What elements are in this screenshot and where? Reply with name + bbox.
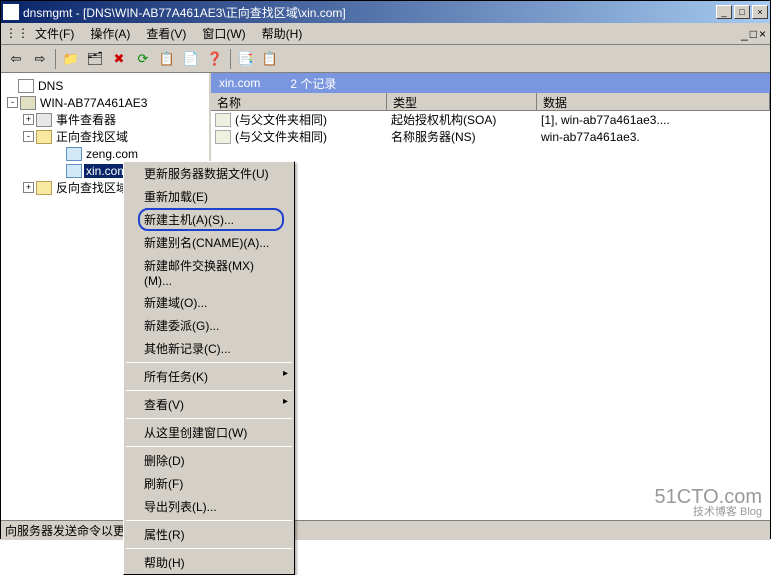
tree-root-dns[interactable]: DNS — [1, 77, 209, 94]
minimize-button[interactable]: _ — [716, 5, 732, 19]
ctx-delete[interactable]: 删除(D) — [124, 449, 294, 472]
refresh-button[interactable]: ⟳ — [132, 48, 154, 70]
menu-separator — [126, 446, 292, 447]
mdi-restore-button[interactable]: □ — [750, 27, 757, 41]
tree-forward-zones[interactable]: - 正向查找区域 — [1, 128, 209, 145]
toolbar-separator — [55, 49, 56, 69]
properties-button[interactable]: 📄 — [180, 48, 202, 70]
menu-view[interactable]: 查看(V) — [138, 23, 194, 44]
ctx-new-host[interactable]: 新建主机(A)(S)... — [124, 208, 294, 231]
col-data[interactable]: 数据 — [537, 93, 770, 110]
dns-icon — [18, 79, 34, 93]
ctx-reload[interactable]: 重新加载(E) — [124, 185, 294, 208]
show-hide-tree-button[interactable]: 🗂 — [84, 48, 106, 70]
ctx-update-datafile[interactable]: 更新服务器数据文件(U) — [124, 162, 294, 185]
menu-separator — [126, 418, 292, 419]
list-header: 名称 类型 数据 — [211, 93, 770, 111]
menu-help[interactable]: 帮助(H) — [254, 23, 311, 44]
ctx-new-delegation[interactable]: 新建委派(G)... — [124, 314, 294, 337]
menu-action[interactable]: 操作(A) — [82, 23, 138, 44]
menubar: ⋮⋮ 文件(F) 操作(A) 查看(V) 窗口(W) 帮助(H) _ □ × — [1, 23, 770, 45]
close-button[interactable]: × — [752, 5, 768, 19]
ctx-export[interactable]: 导出列表(L)... — [124, 495, 294, 518]
filter-button[interactable]: 📑 — [235, 48, 257, 70]
export-button[interactable]: 📋 — [156, 48, 178, 70]
context-menu: 更新服务器数据文件(U) 重新加载(E) 新建主机(A)(S)... 新建别名(… — [123, 161, 295, 575]
menu-file[interactable]: 文件(F) — [27, 23, 82, 44]
app-icon — [3, 4, 19, 20]
folder-icon — [36, 130, 52, 144]
ctx-view[interactable]: 查看(V) — [124, 393, 294, 416]
zone-icon — [66, 164, 82, 178]
ctx-other-records[interactable]: 其他新记录(C)... — [124, 337, 294, 360]
zone-icon — [66, 147, 82, 161]
ctx-new-mx[interactable]: 新建邮件交换器(MX)(M)... — [124, 254, 294, 291]
event-icon — [36, 113, 52, 127]
delete-button[interactable]: ✖ — [108, 48, 130, 70]
up-button[interactable]: 📁 — [60, 48, 82, 70]
tree-eventviewer[interactable]: + 事件查看器 — [1, 111, 209, 128]
record-icon — [215, 130, 231, 144]
ctx-help[interactable]: 帮助(H) — [124, 551, 294, 574]
menu-separator — [126, 548, 292, 549]
ctx-new-domain[interactable]: 新建域(O)... — [124, 291, 294, 314]
back-button[interactable]: ⇦ — [5, 48, 27, 70]
content-area: DNS - WIN-AB77A461AE3 + 事件查看器 - 正向查找区域 z… — [1, 73, 770, 520]
record-row[interactable]: (与父文件夹相同) 起始授权机构(SOA) [1], win-ab77a461a… — [211, 111, 770, 128]
menu-separator — [126, 362, 292, 363]
record-icon — [215, 113, 231, 127]
statusbar: 向服务器发送命令以更新此区域文件。 — [1, 520, 770, 540]
folder-icon — [36, 181, 52, 195]
record-count: 2 个记录 — [290, 75, 336, 92]
expand-icon[interactable]: + — [23, 182, 34, 193]
main-window: dnsmgmt - [DNS\WIN-AB77A461AE3\正向查找区域\xi… — [0, 0, 771, 539]
collapse-icon[interactable]: - — [7, 97, 18, 108]
toolbar: ⇦ ⇨ 📁 🗂 ✖ ⟳ 📋 📄 ❓ 📑 📋 — [1, 45, 770, 73]
toolbar-separator — [230, 49, 231, 69]
menu-window[interactable]: 窗口(W) — [194, 23, 253, 44]
expand-icon[interactable]: + — [23, 114, 34, 125]
forward-button[interactable]: ⇨ — [29, 48, 51, 70]
collapse-icon[interactable]: - — [23, 131, 34, 142]
record-row[interactable]: (与父文件夹相同) 名称服务器(NS) win-ab77a461ae3. — [211, 128, 770, 145]
mdi-close-button[interactable]: × — [759, 27, 766, 41]
options-button[interactable]: 📋 — [259, 48, 281, 70]
maximize-button[interactable]: □ — [734, 5, 750, 19]
server-icon — [20, 96, 36, 110]
tree-server[interactable]: - WIN-AB77A461AE3 — [1, 94, 209, 111]
menu-separator — [126, 390, 292, 391]
ctx-new-window[interactable]: 从这里创建窗口(W) — [124, 421, 294, 444]
tree-zone-zeng[interactable]: zeng.com — [1, 145, 209, 162]
menu-separator — [126, 520, 292, 521]
ctx-new-alias[interactable]: 新建别名(CNAME)(A)... — [124, 231, 294, 254]
col-type[interactable]: 类型 — [387, 93, 537, 110]
ctx-all-tasks[interactable]: 所有任务(K) — [124, 365, 294, 388]
ctx-refresh[interactable]: 刷新(F) — [124, 472, 294, 495]
menu-grip-icon: ⋮⋮ — [5, 26, 21, 42]
help-button[interactable]: ❓ — [204, 48, 226, 70]
mdi-minimize-button[interactable]: _ — [741, 27, 748, 41]
zone-header: xin.com 2 个记录 — [211, 73, 770, 93]
window-title: dnsmgmt - [DNS\WIN-AB77A461AE3\正向查找区域\xi… — [23, 4, 716, 21]
zone-name: xin.com — [219, 76, 260, 90]
col-name[interactable]: 名称 — [211, 93, 387, 110]
titlebar: dnsmgmt - [DNS\WIN-AB77A461AE3\正向查找区域\xi… — [1, 1, 770, 23]
ctx-properties[interactable]: 属性(R) — [124, 523, 294, 546]
